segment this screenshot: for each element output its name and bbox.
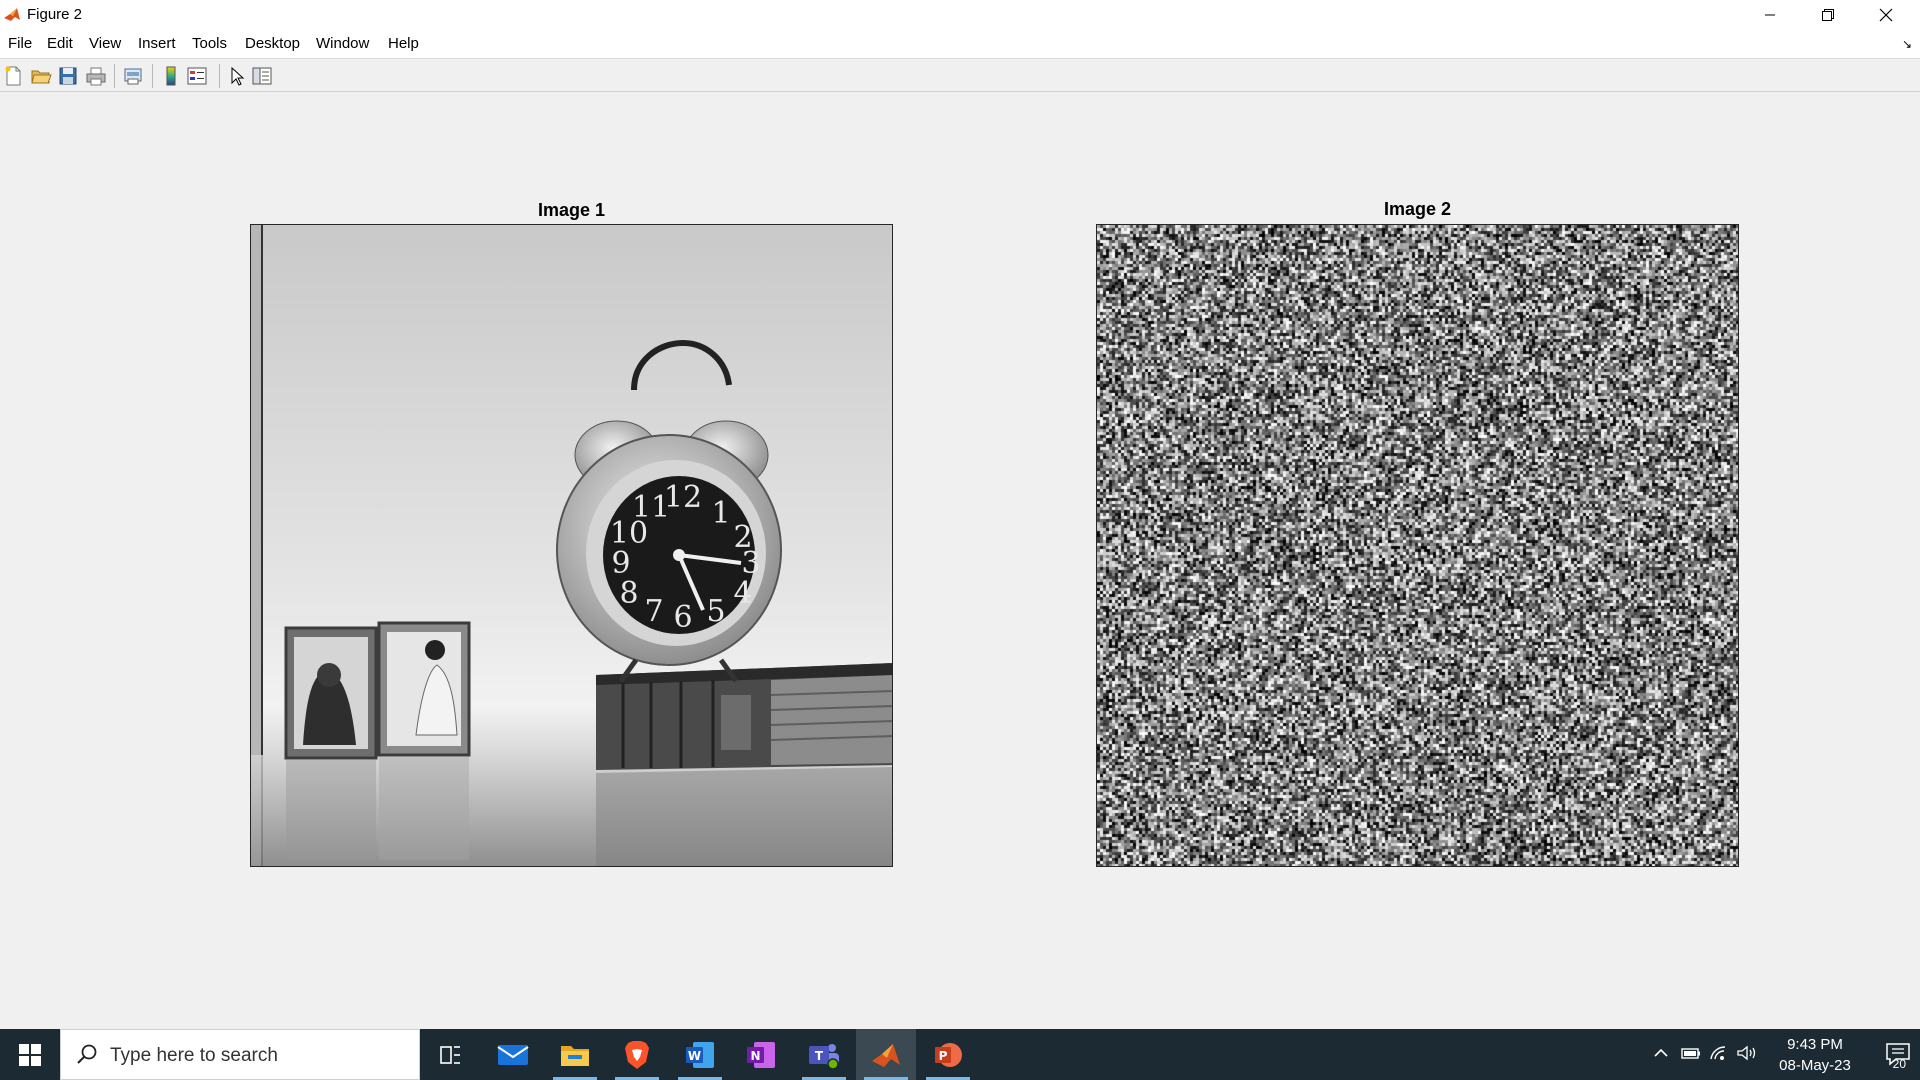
axes-2-title: Image 2: [1383, 199, 1452, 219]
svg-text:8: 8: [619, 576, 638, 611]
task-view-button[interactable]: [420, 1029, 480, 1080]
menu-help[interactable]: Help: [388, 35, 419, 52]
minimize-icon: [1765, 14, 1775, 16]
colorbar-icon[interactable]: [160, 65, 182, 87]
mail-icon: [497, 1044, 529, 1065]
print-preview-icon[interactable]: [122, 65, 144, 87]
system-tray: 9:43 PM 08-May-23 20: [1600, 1029, 1920, 1080]
taskbar-matlab[interactable]: [856, 1029, 916, 1080]
open-file-icon[interactable]: [30, 65, 52, 87]
volume-icon[interactable]: [1736, 1043, 1758, 1063]
start-button[interactable]: [0, 1029, 60, 1080]
svg-text:6: 6: [673, 600, 692, 635]
menu-view[interactable]: View: [89, 35, 121, 52]
axes-1-title: Image 1: [537, 200, 606, 220]
powerpoint-icon: P: [935, 1042, 962, 1067]
svg-text:5: 5: [706, 594, 725, 629]
toolbar-separator: [152, 64, 153, 88]
taskbar-onenote[interactable]: N: [731, 1029, 791, 1080]
notification-count-badge: 20: [1892, 1057, 1906, 1071]
property-inspector-icon[interactable]: [251, 65, 273, 87]
restore-icon: [1822, 9, 1834, 21]
taskbar-word[interactable]: W: [670, 1029, 730, 1080]
svg-text:P: P: [939, 1049, 948, 1063]
clock[interactable]: 9:43 PM 08-May-23: [1770, 1034, 1860, 1076]
toolbar-separator: [114, 64, 115, 88]
matlab-icon: [872, 1043, 900, 1067]
brave-icon: [625, 1040, 649, 1069]
taskbar-file-explorer[interactable]: [545, 1029, 605, 1080]
window-title: Figure 2: [27, 6, 83, 23]
svg-text:4: 4: [733, 576, 752, 611]
svg-text:N: N: [750, 1049, 760, 1063]
svg-text:1: 1: [711, 496, 730, 531]
edit-plot-icon[interactable]: [226, 65, 248, 87]
menu-desktop[interactable]: Desktop: [245, 35, 300, 52]
menu-window[interactable]: Window: [316, 35, 369, 52]
legend-icon[interactable]: [186, 65, 208, 87]
image-1-axes[interactable]: 12 1 2 3 4 5 6 7 8 9 10 11: [250, 224, 893, 867]
svg-text:T: T: [815, 1049, 824, 1063]
menu-file[interactable]: File: [8, 35, 32, 52]
word-icon: W: [686, 1041, 714, 1068]
dock-arrow-icon[interactable]: ↘: [1902, 37, 1912, 51]
wifi-icon[interactable]: [1708, 1043, 1730, 1063]
menu-bar: File Edit View Insert Tools Desktop Wind…: [0, 30, 1920, 58]
figure-window: Figure 2 File Edit View Insert Tools Des…: [0, 0, 1920, 1029]
matlab-logo-icon: [3, 6, 21, 23]
search-placeholder: Type here to search: [110, 1045, 278, 1066]
svg-text:W: W: [688, 1049, 701, 1063]
taskbar-brave[interactable]: [607, 1029, 667, 1080]
close-button[interactable]: [1857, 0, 1915, 30]
menu-edit[interactable]: Edit: [47, 35, 73, 52]
file-explorer-icon: [561, 1045, 589, 1066]
svg-text:7: 7: [644, 594, 663, 629]
title-bar: Figure 2: [0, 0, 1920, 30]
close-icon: [1879, 8, 1893, 22]
search-icon: [77, 1044, 97, 1064]
menu-insert[interactable]: Insert: [138, 35, 176, 52]
taskbar-teams[interactable]: T: [794, 1029, 854, 1080]
taskbar-powerpoint[interactable]: P: [918, 1029, 978, 1080]
menu-tools[interactable]: Tools: [192, 35, 227, 52]
clock-time: 9:43 PM: [1787, 1036, 1843, 1053]
teams-icon: T: [809, 1043, 839, 1070]
svg-text:9: 9: [611, 546, 630, 581]
onenote-icon: N: [747, 1041, 775, 1068]
taskbar-mail[interactable]: [483, 1029, 543, 1080]
clock-date: 08-May-23: [1779, 1057, 1851, 1074]
print-icon[interactable]: [85, 65, 107, 87]
image-2-axes[interactable]: [1096, 224, 1739, 867]
battery-icon[interactable]: [1680, 1043, 1702, 1063]
windows-logo-icon: [19, 1043, 41, 1066]
clock-photo-image: 12 1 2 3 4 5 6 7 8 9 10 11: [251, 225, 892, 866]
taskbar-search-box[interactable]: Type here to search: [60, 1029, 420, 1080]
noise-image: [1097, 225, 1738, 866]
taskbar: Type here to search W N T P 9:43 PM 08-M…: [0, 1029, 1920, 1080]
restore-button[interactable]: [1799, 0, 1857, 30]
minimize-button[interactable]: [1741, 0, 1799, 30]
figure-canvas: Image 1 12 1 2 3 4 5 6 7 8 9 10 11 Image…: [0, 92, 1920, 1029]
task-view-icon: [440, 1045, 460, 1064]
toolbar-separator: [219, 64, 220, 88]
save-icon[interactable]: [57, 65, 79, 87]
new-figure-icon[interactable]: [3, 65, 25, 87]
figure-toolbar: [0, 58, 1920, 92]
svg-text:11: 11: [632, 490, 670, 525]
show-hidden-icons-icon[interactable]: [1652, 1043, 1670, 1063]
